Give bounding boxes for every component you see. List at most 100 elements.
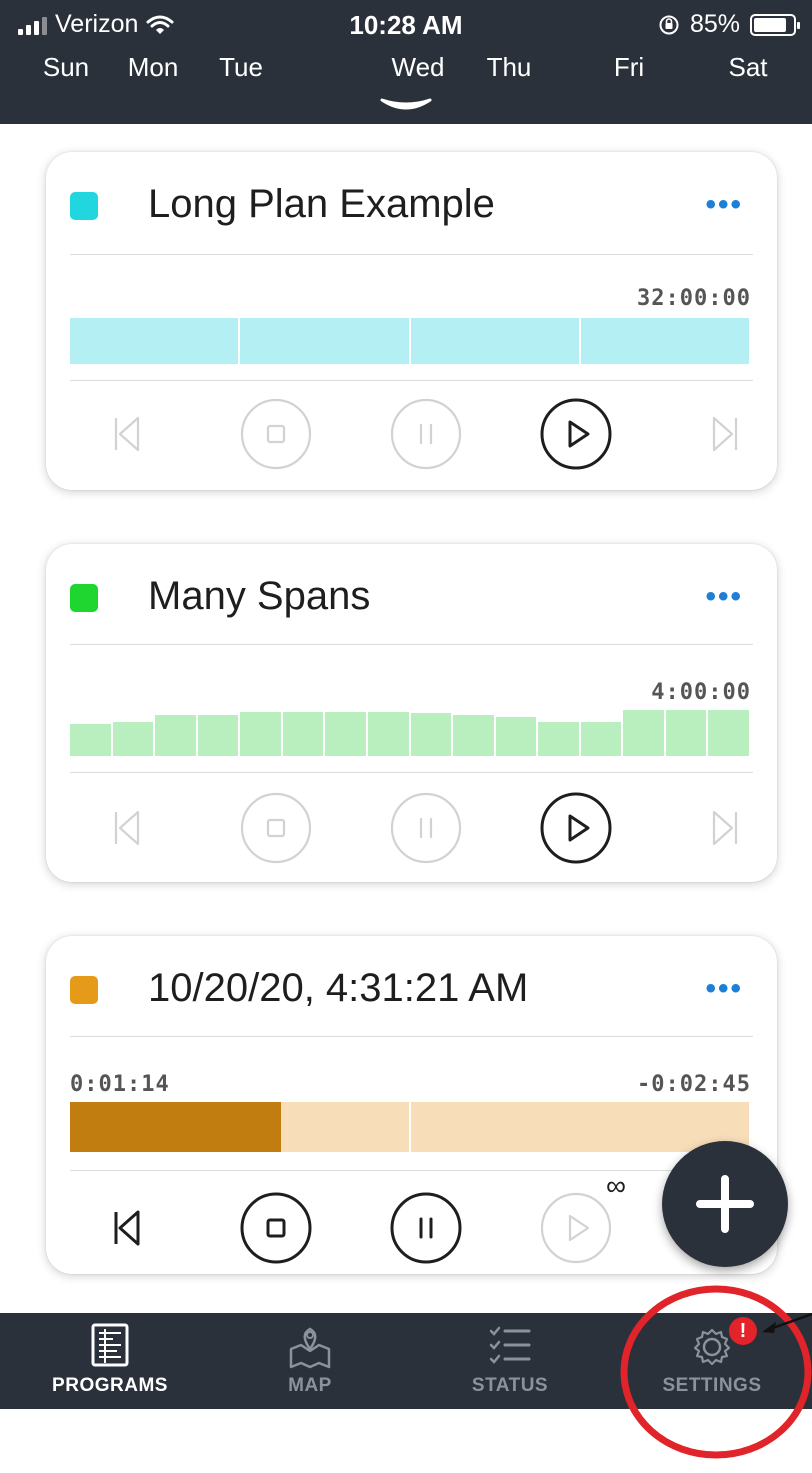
program-color-swatch bbox=[70, 976, 98, 1004]
tab-label: PROGRAMS bbox=[52, 1375, 168, 1396]
pause-icon bbox=[386, 394, 466, 474]
tab-label: STATUS bbox=[471, 1375, 549, 1396]
program-color-swatch bbox=[70, 584, 98, 612]
program-title: Long Plan Example bbox=[148, 182, 495, 226]
add-program-button[interactable] bbox=[662, 1141, 788, 1267]
playback-controls bbox=[70, 788, 751, 868]
timeline-segment bbox=[665, 710, 707, 756]
top-header: Verizon 10:28 AM 85% Sun Mon Tue Wed Thu Fri S… bbox=[0, 0, 812, 124]
tab-map[interactable]: MAP bbox=[220, 1313, 400, 1409]
status-right: 85% bbox=[658, 10, 800, 39]
day-mon[interactable]: Mon bbox=[128, 52, 179, 83]
timeline-segment bbox=[70, 318, 239, 364]
status-bar: Verizon 10:28 AM 85% bbox=[0, 0, 812, 42]
program-card-header: Many Spans ••• bbox=[46, 544, 777, 648]
day-sun[interactable]: Sun bbox=[43, 52, 89, 83]
tab-label: MAP bbox=[288, 1375, 332, 1396]
timeline-bar[interactable] bbox=[70, 318, 751, 364]
timeline-segment bbox=[367, 712, 409, 756]
timeline-segment bbox=[112, 722, 154, 756]
stop-button[interactable] bbox=[236, 788, 316, 868]
skip-next-icon bbox=[686, 394, 766, 474]
play-icon bbox=[536, 1188, 616, 1268]
timeline-bar[interactable] bbox=[70, 710, 751, 756]
timeline-segment bbox=[325, 712, 366, 756]
stop-button[interactable] bbox=[236, 1188, 316, 1268]
tab-programs[interactable]: PROGRAMS bbox=[20, 1313, 200, 1409]
skip-next-button[interactable] bbox=[686, 788, 766, 868]
timeline-segment bbox=[155, 714, 196, 756]
skip-next-icon bbox=[686, 788, 766, 868]
program-card[interactable]: Long Plan Example ••• 32:00:00 bbox=[46, 152, 777, 490]
skip-previous-icon bbox=[86, 394, 166, 474]
progress-fill bbox=[70, 1102, 282, 1152]
elapsed-time: 0:01:14 bbox=[70, 1072, 170, 1097]
timeline-segment bbox=[282, 712, 324, 756]
timeline-segment bbox=[240, 712, 281, 756]
timeline-segment bbox=[410, 713, 452, 756]
selected-day-chevron-icon bbox=[380, 98, 432, 110]
day-thu[interactable]: Thu bbox=[487, 52, 532, 83]
timeline-bar[interactable] bbox=[70, 1102, 751, 1152]
skip-previous-icon bbox=[86, 1188, 166, 1268]
play-button[interactable] bbox=[536, 1188, 616, 1268]
tab-status[interactable]: STATUS bbox=[420, 1313, 600, 1409]
play-button[interactable] bbox=[536, 394, 616, 474]
timeline-segment bbox=[197, 714, 239, 756]
status-list-icon bbox=[489, 1326, 531, 1364]
program-title: Many Spans bbox=[148, 574, 371, 618]
playback-controls bbox=[70, 394, 751, 474]
remaining-time: -0:02:45 bbox=[637, 1072, 751, 1097]
card-divider bbox=[70, 254, 753, 255]
playback-controls: ∞ bbox=[70, 1170, 751, 1268]
skip-previous-button[interactable] bbox=[86, 394, 166, 474]
timeline-segment bbox=[580, 318, 749, 364]
more-options-button[interactable]: ••• bbox=[705, 188, 743, 222]
programs-icon bbox=[91, 1323, 129, 1367]
stop-icon bbox=[236, 788, 316, 868]
timeline-segment bbox=[538, 721, 579, 756]
bottom-tab-bar: PROGRAMS MAP STATUS SETTINGS! bbox=[0, 1313, 812, 1409]
day-selector: Sun Mon Tue Wed Thu Fri Sat bbox=[0, 52, 812, 92]
plus-icon bbox=[696, 1175, 754, 1233]
timeline-segment bbox=[70, 723, 111, 756]
day-sat[interactable]: Sat bbox=[728, 52, 767, 83]
skip-previous-button[interactable] bbox=[86, 1188, 166, 1268]
tab-settings[interactable]: SETTINGS! bbox=[622, 1313, 802, 1409]
stop-icon bbox=[236, 1188, 316, 1268]
tab-label: SETTINGS bbox=[662, 1375, 762, 1396]
card-divider bbox=[70, 772, 753, 773]
day-tue[interactable]: Tue bbox=[219, 52, 263, 83]
repeat-infinite-icon: ∞ bbox=[606, 1170, 626, 1201]
program-card-header: Long Plan Example ••• bbox=[46, 152, 777, 256]
timeline-segment bbox=[495, 716, 537, 756]
timeline-segment bbox=[453, 714, 494, 756]
play-button[interactable] bbox=[536, 788, 616, 868]
pause-button[interactable] bbox=[386, 394, 466, 474]
card-divider bbox=[70, 1170, 753, 1171]
timeline-segment bbox=[580, 721, 622, 756]
more-options-button[interactable]: ••• bbox=[705, 972, 743, 1006]
timeline-segment bbox=[623, 710, 664, 756]
more-options-button[interactable]: ••• bbox=[705, 580, 743, 614]
card-divider bbox=[70, 644, 753, 645]
battery-icon bbox=[750, 13, 800, 36]
program-card[interactable]: Many Spans ••• 4:00:00 bbox=[46, 544, 777, 882]
battery-percent: 85% bbox=[689, 10, 740, 38]
skip-previous-button[interactable] bbox=[86, 788, 166, 868]
timeline-segment bbox=[240, 318, 409, 364]
day-fri[interactable]: Fri bbox=[614, 52, 644, 83]
pause-button[interactable] bbox=[386, 1188, 466, 1268]
stop-button[interactable] bbox=[236, 394, 316, 474]
total-duration: 32:00:00 bbox=[637, 286, 751, 311]
orientation-lock-icon bbox=[659, 15, 679, 34]
program-color-swatch bbox=[70, 192, 98, 220]
pause-button[interactable] bbox=[386, 788, 466, 868]
card-divider bbox=[70, 1036, 753, 1037]
timeline-segment bbox=[410, 318, 579, 364]
day-wed[interactable]: Wed bbox=[392, 52, 445, 83]
program-card-header: 10/20/20, 4:31:21 AM ••• bbox=[46, 936, 777, 1040]
skip-next-button[interactable] bbox=[686, 394, 766, 474]
stop-icon bbox=[236, 394, 316, 474]
program-title: 10/20/20, 4:31:21 AM bbox=[148, 966, 529, 1010]
